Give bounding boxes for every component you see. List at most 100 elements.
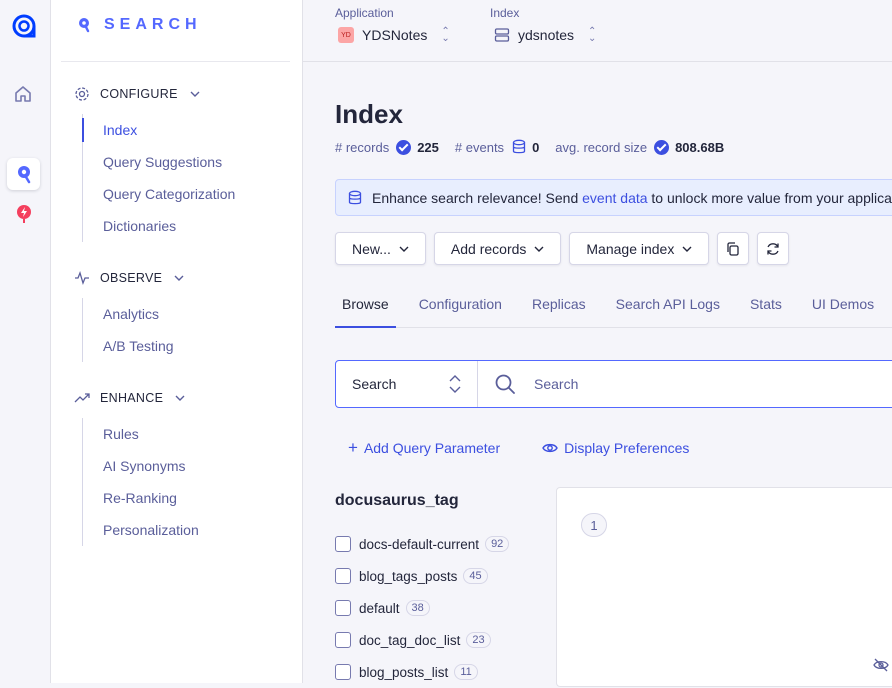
sidebar-item-re-ranking[interactable]: Re-Ranking [83,482,199,514]
updown-chevron-icon: ⌃ ⌄ [588,26,597,44]
display-preferences-label: Display Preferences [564,440,690,456]
facet-label: docs-default-current [359,536,480,552]
facet-checkbox[interactable] [335,632,351,648]
tab-browse[interactable]: Browse [335,286,396,328]
chevron-down-icon [399,246,409,252]
tab-stats[interactable]: Stats [743,286,789,328]
display-preferences-link[interactable]: Display Preferences [542,440,689,456]
banner-text: Enhance search relevance! Send event dat… [372,190,892,206]
events-banner: Enhance search relevance! Send event dat… [335,179,892,216]
main-content: Application YD YDSNotes ⌃ ⌄ Index ydsnote… [303,0,892,687]
records-label: # records [335,139,390,155]
facet-item[interactable]: doc_tag_doc_list 23 [335,624,509,656]
database-icon [512,139,526,154]
search-product-icon[interactable] [7,158,40,190]
sidebar-item-query-categorization[interactable]: Query Categorization [83,178,235,210]
gear-icon [75,87,89,101]
facet-item[interactable]: blog_tags_posts 45 [335,560,509,592]
records-value: 225 [417,139,439,155]
facet-list: docs-default-current 92 blog_tags_posts … [335,528,510,688]
database-stack-icon [494,28,510,42]
sidebar-item-dictionaries[interactable]: Dictionaries [83,210,235,242]
check-circle-icon [396,139,412,155]
index-name: ydsnotes [518,27,575,43]
add-records-label: Add records [450,240,527,257]
tab-replicas[interactable]: Replicas [525,286,593,328]
pulse-icon [75,271,89,285]
application-name: YDSNotes [362,27,428,43]
add-query-parameter-label: Add Query Parameter [363,440,501,456]
facet-item[interactable]: docs-default-current 92 [335,528,510,560]
eye-off-icon[interactable] [873,658,889,672]
section-observe[interactable]: OBSERVE [74,270,184,286]
sidebar-item-ab-testing[interactable]: A/B Testing [83,330,174,362]
chevron-down-icon [534,246,544,252]
sidebar-item-rules[interactable]: Rules [83,418,199,450]
facet-label: blog_tags_posts [359,568,458,584]
browse-search-bar: Search [335,360,892,408]
database-icon [348,190,362,204]
hit-number-badge: 1 [581,513,607,537]
configure-items: Index Query Suggestions Query Categoriza… [81,114,235,242]
facet-checkbox[interactable] [335,600,351,616]
index-actions: New... Add records Manage index [335,232,790,265]
index-selector[interactable]: ydsnotes ⌃ ⌄ [494,26,597,44]
tab-search-api-logs[interactable]: Search API Logs [609,286,727,328]
facet-label: blog_posts_list [359,664,449,680]
index-label: Index [490,6,520,20]
facet-checkbox[interactable] [335,536,351,552]
recommend-bolt-icon[interactable] [15,204,33,229]
sidebar-brand: SEARCH [78,16,202,34]
check-circle-icon [654,139,670,155]
facet-count: 23 [466,632,491,648]
search-icon [495,374,515,394]
brand-title: SEARCH [104,16,202,33]
sidebar-item-analytics[interactable]: Analytics [83,298,174,330]
section-configure-label: CONFIGURE [100,87,178,101]
facet-item[interactable]: default 38 [335,592,509,624]
manage-index-button[interactable]: Manage index [569,232,710,265]
sidebar-item-personalization[interactable]: Personalization [83,514,199,546]
search-input[interactable] [516,376,892,392]
copy-icon [727,241,739,256]
application-badge: YD [338,27,354,43]
add-records-button[interactable]: Add records [433,232,562,265]
facet-checkbox[interactable] [335,568,351,584]
events-value: 0 [532,139,540,155]
event-data-link[interactable]: event data [582,190,647,206]
events-label: # events [454,139,505,155]
facet-count: 38 [405,600,430,616]
chevron-down-icon [190,91,200,97]
sidebar-item-query-suggestions[interactable]: Query Suggestions [83,146,235,178]
application-selector[interactable]: YD YDSNotes ⌃ ⌄ [338,26,450,44]
trending-up-icon [74,393,90,403]
search-mode-select[interactable]: Search [336,361,478,407]
sidebar-item-ai-synonyms[interactable]: AI Synonyms [83,450,199,482]
application-label: Application [335,6,394,20]
facet-checkbox[interactable] [335,664,351,680]
results-panel: 1 [556,487,892,687]
facet-count: 11 [454,664,478,680]
eye-icon [542,443,558,453]
chevron-down-icon [175,395,185,401]
updown-chevron-icon: ⌃ ⌄ [441,26,450,44]
section-enhance[interactable]: ENHANCE [74,390,185,406]
home-icon[interactable] [13,84,33,109]
chevron-down-icon [174,275,184,281]
facet-item[interactable]: blog_posts_list 11 [335,656,509,688]
refresh-icon [767,242,779,255]
index-tabs: Browse Configuration Replicas Search API… [335,286,892,328]
avg-record-size-label: avg. record size [555,139,648,155]
algolia-logo-icon[interactable] [11,13,37,39]
tab-ui-demos[interactable]: UI Demos [805,286,881,328]
sidebar-item-index[interactable]: Index [81,114,235,146]
facet-count: 92 [485,536,510,552]
chevron-down-icon [682,246,692,252]
add-query-parameter-link[interactable]: + Add Query Parameter [348,439,501,456]
tab-configuration[interactable]: Configuration [412,286,509,328]
section-configure[interactable]: CONFIGURE [74,86,200,102]
sidebar: SEARCH CONFIGURE Index Query Suggestions… [51,0,303,683]
copy-button[interactable] [717,232,750,265]
refresh-button[interactable] [757,232,790,265]
new-button[interactable]: New... [335,232,426,265]
